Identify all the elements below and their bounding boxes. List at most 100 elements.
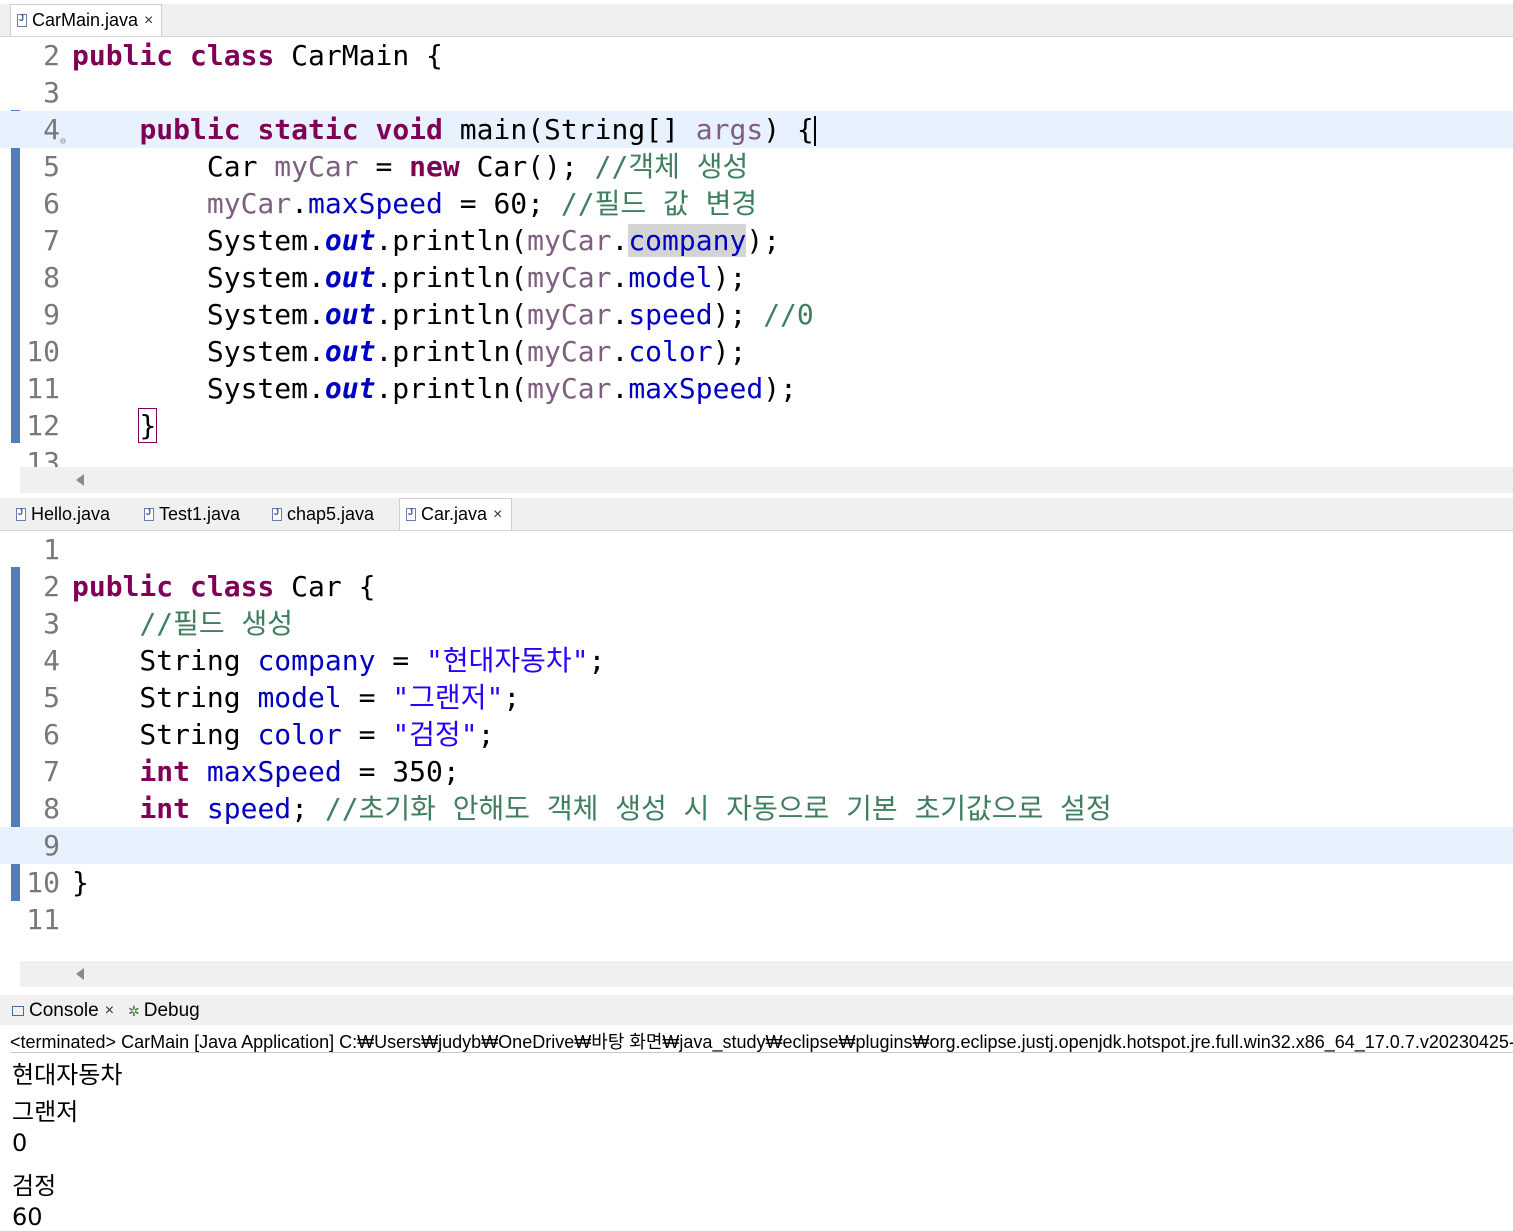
code-text[interactable]: System.out.println(myCar.model); (72, 259, 746, 296)
tab-hello-java[interactable]: Hello.java (10, 498, 136, 530)
code-line[interactable]: 11 (0, 901, 1513, 938)
code-text[interactable]: System.out.println(myCar.company); (72, 222, 780, 259)
tab-console[interactable]: Console × (12, 997, 114, 1025)
code-line[interactable]: 10} (0, 864, 1513, 901)
code-line[interactable]: 11 System.out.println(myCar.maxSpeed); (0, 370, 1513, 407)
code-token: = 350; (341, 755, 460, 788)
code-token: . (611, 261, 629, 294)
tab-chap5-java[interactable]: chap5.java (266, 498, 396, 530)
code-line[interactable]: 7 System.out.println(myCar.company); (0, 222, 1513, 259)
tab-test1-java[interactable]: Test1.java (138, 498, 264, 530)
code-line[interactable]: 4 String company = "현대자동차"; (0, 642, 1513, 679)
code-line[interactable]: 5 Car myCar = new Car(); //객체 생성 (0, 148, 1513, 185)
tab-label: Car.java (421, 504, 488, 524)
code-token: public (139, 113, 241, 146)
code-token: System. (72, 335, 325, 368)
tab-carmain-java[interactable]: CarMain.java × (10, 4, 162, 36)
code-line[interactable]: 1 (0, 531, 1513, 568)
top-editor-tabbar: CarMain.java × (0, 4, 1513, 37)
code-text[interactable]: String color = "검정"; (72, 716, 494, 753)
code-line[interactable]: 13 (0, 444, 1513, 467)
code-line[interactable]: 8 int speed; //초기화 안해도 객체 생성 시 자동으로 기본 초… (0, 790, 1513, 827)
code-line[interactable]: 9 (0, 827, 1513, 864)
code-text[interactable]: System.out.println(myCar.maxSpeed); (72, 370, 797, 407)
code-token: System. (72, 372, 325, 405)
code-text[interactable]: String company = "현대자동차"; (72, 642, 605, 679)
code-line[interactable]: 8 System.out.println(myCar.model); (0, 259, 1513, 296)
code-token: maxSpeed (308, 187, 443, 220)
top-editor-hscrollbar[interactable] (20, 467, 1513, 493)
code-token: Car { (274, 570, 376, 603)
code-token: company (257, 644, 376, 677)
code-line[interactable]: 5 String model = "그랜저"; (0, 679, 1513, 716)
close-tab-icon[interactable]: × (144, 12, 153, 30)
code-text[interactable]: int speed; //초기화 안해도 객체 생성 시 자동으로 기본 초기값… (72, 790, 1111, 827)
console-output-line: 60 (12, 1203, 43, 1231)
line-number: 8 (43, 792, 60, 825)
code-text[interactable]: //필드 생성 (72, 605, 293, 642)
code-token: out (324, 372, 376, 405)
code-token: .println( (375, 261, 528, 294)
code-line[interactable]: 7 int maxSpeed = 350; (0, 753, 1513, 790)
code-text[interactable]: public class CarMain { (72, 37, 443, 74)
code-line[interactable]: 2 public class CarMain { (0, 37, 1513, 74)
code-token: } (138, 408, 158, 443)
code-text[interactable]: public class Car { (72, 568, 375, 605)
code-token: } (72, 866, 89, 899)
code-text[interactable]: Car myCar = new Car(); //객체 생성 (72, 148, 748, 185)
tab-debug[interactable]: ✲ Debug (128, 997, 200, 1025)
code-token: speed (206, 792, 292, 825)
top-editor[interactable]: 2 public class CarMain {3 4 public static … (0, 37, 1513, 467)
line-number: 10 (26, 866, 60, 899)
line-number: 5 (43, 150, 60, 183)
code-line[interactable]: 4 public static void main(String[] args)… (0, 111, 1513, 148)
code-text[interactable]: } (72, 407, 158, 444)
code-line[interactable]: 10 System.out.println(myCar.color); (0, 333, 1513, 370)
close-tab-icon[interactable]: × (105, 1002, 114, 1020)
scroll-left-arrow-icon[interactable] (76, 968, 84, 980)
code-line[interactable]: 3 (0, 74, 1513, 111)
code-token: out (324, 261, 376, 294)
code-line[interactable]: 6 myCar.maxSpeed = 60; //필드 값 변경 (0, 185, 1513, 222)
tab-label: Console (29, 1000, 99, 1021)
line-number: 4 (43, 113, 60, 146)
console-icon (12, 1006, 24, 1016)
code-token: . (611, 372, 629, 405)
code-token: ); (712, 298, 764, 331)
code-text[interactable]: myCar.maxSpeed = 60; //필드 값 변경 (72, 185, 757, 222)
code-text[interactable]: System.out.println(myCar.color); (72, 333, 746, 370)
code-token: . (611, 335, 629, 368)
code-text[interactable]: } (72, 864, 89, 901)
close-tab-icon[interactable]: × (493, 506, 502, 524)
code-token: model (257, 681, 342, 714)
bottom-editor[interactable]: 1 2 public class Car {3 //필드 생성 4 String co… (0, 531, 1513, 961)
line-number: 11 (26, 372, 60, 405)
bottom-editor-hscrollbar[interactable] (20, 961, 1513, 987)
code-token: "그랜저" (392, 681, 504, 714)
code-token: = (341, 718, 393, 751)
tab-label: Debug (143, 1000, 200, 1021)
code-token: args (695, 113, 764, 146)
code-text[interactable]: System.out.println(myCar.speed); //0 (72, 296, 814, 333)
code-line[interactable]: 12 } (0, 407, 1513, 444)
code-text[interactable]: int maxSpeed = 350; (72, 753, 460, 790)
code-line[interactable]: 2 public class Car { (0, 568, 1513, 605)
code-line[interactable]: 6 String color = "검정"; (0, 716, 1513, 753)
tab-car-java[interactable]: Car.java × (399, 498, 512, 530)
code-line[interactable]: 9 System.out.println(myCar.speed); //0 (0, 296, 1513, 333)
scroll-left-arrow-icon[interactable] (76, 474, 84, 486)
console-tabbar: Console × ✲ Debug (0, 995, 1513, 1025)
code-text[interactable]: String model = "그랜저"; (72, 679, 520, 716)
bottom-editor-tabbar: Hello.java Test1.java chap5.java Car.jav… (0, 498, 1513, 531)
code-token: "현대자동차" (426, 644, 589, 677)
code-token: .println( (375, 335, 528, 368)
code-line[interactable]: 3 //필드 생성 (0, 605, 1513, 642)
code-text[interactable]: public static void main(String[] args) { (72, 111, 816, 148)
code-token: out (324, 298, 376, 331)
line-number: 7 (43, 755, 60, 788)
console-output-line: 0 (12, 1129, 28, 1157)
